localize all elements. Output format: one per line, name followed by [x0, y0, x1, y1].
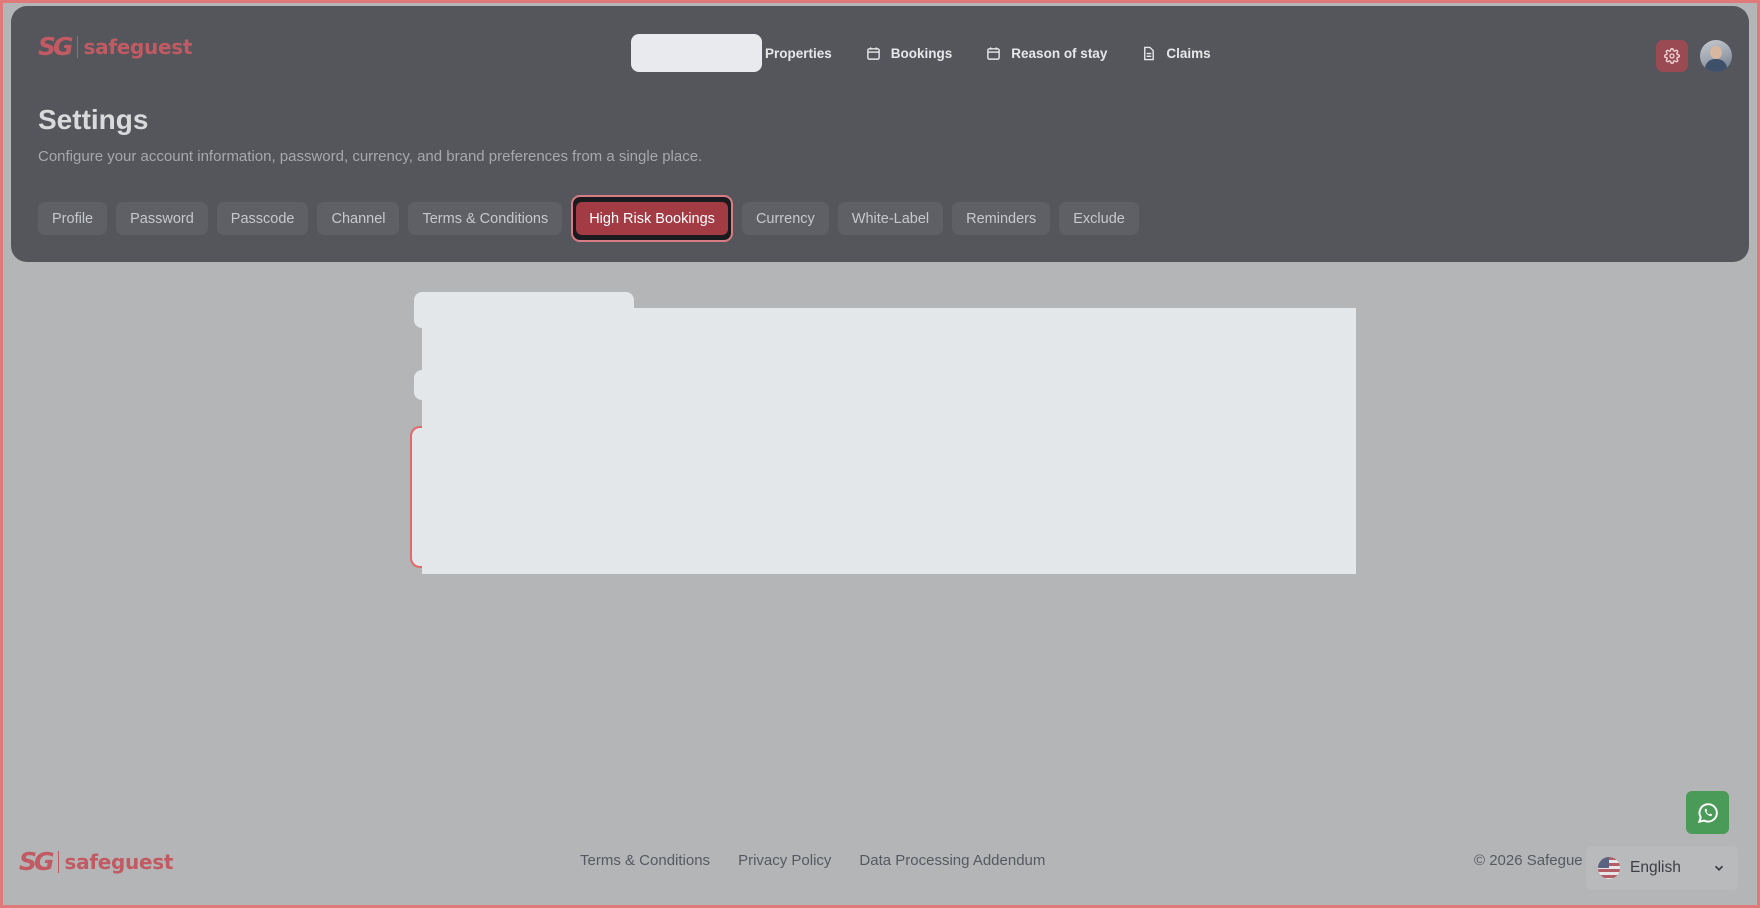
- avatar-face: [1710, 46, 1722, 59]
- brand-mark: SG: [19, 847, 54, 876]
- header-card: SG safeguest Properties Bookings Reason …: [11, 6, 1749, 262]
- copyright-text: © 2026 Safegue: [1474, 852, 1583, 869]
- tab-currency[interactable]: Currency: [741, 202, 829, 235]
- tab-high-risk-bookings[interactable]: High Risk Bookings: [571, 195, 733, 242]
- nav-item-label: Properties: [765, 45, 832, 61]
- chevron-down-icon: [1714, 865, 1724, 871]
- nav-item-label: Reason of stay: [1011, 45, 1108, 61]
- avatar-body: [1705, 59, 1727, 72]
- us-flag-icon: [1598, 857, 1620, 879]
- nav-item-bookings[interactable]: Bookings: [866, 45, 953, 61]
- nav-item-claims[interactable]: Claims: [1141, 45, 1211, 61]
- nav-item-redacted[interactable]: [631, 34, 762, 72]
- page-subtitle: Configure your account information, pass…: [38, 148, 703, 165]
- nav-item-properties[interactable]: Properties: [765, 46, 832, 61]
- brand-logo[interactable]: SG safeguest: [38, 32, 192, 61]
- tab-terms-conditions[interactable]: Terms & Conditions: [408, 202, 563, 235]
- brand-mark: SG: [38, 32, 73, 61]
- nav-item-reason-of-stay[interactable]: Reason of stay: [986, 46, 1107, 61]
- footer-link-privacy[interactable]: Privacy Policy: [738, 852, 831, 869]
- settings-button[interactable]: [1656, 40, 1688, 72]
- calendar-icon: [866, 46, 880, 60]
- language-label: English: [1630, 859, 1681, 876]
- brand-name: safeguest: [83, 34, 193, 59]
- tab-label-active: High Risk Bookings: [576, 202, 728, 235]
- tab-white-label[interactable]: White-Label: [837, 202, 944, 235]
- top-navigation: Properties Bookings Reason of stay Claim…: [631, 34, 1245, 72]
- logo-divider: [76, 35, 78, 58]
- content-panel-redacted: [422, 308, 1356, 574]
- footer-brand-logo[interactable]: SG safeguest: [19, 847, 173, 876]
- tab-channel[interactable]: Channel: [317, 202, 400, 235]
- logo-divider: [57, 850, 59, 873]
- brand-name: safeguest: [64, 849, 174, 874]
- nav-item-label: Claims: [1166, 45, 1211, 61]
- page-title: Settings: [38, 104, 149, 135]
- user-avatar[interactable]: [1700, 40, 1732, 72]
- footer-link-terms[interactable]: Terms & Conditions: [580, 852, 710, 869]
- tab-exclude[interactable]: Exclude: [1059, 202, 1139, 235]
- settings-tabs: Profile Password Passcode Channel Terms …: [38, 195, 1139, 242]
- whatsapp-button[interactable]: [1686, 791, 1729, 834]
- language-selector[interactable]: English: [1586, 846, 1738, 890]
- tab-profile[interactable]: Profile: [38, 202, 108, 235]
- calendar-icon: [987, 46, 1001, 60]
- whatsapp-icon: [1697, 802, 1718, 823]
- document-icon: [1144, 46, 1155, 60]
- tab-passcode[interactable]: Passcode: [216, 202, 309, 235]
- nav-item-label: Bookings: [890, 45, 953, 61]
- footer-links: Terms & Conditions Privacy Policy Data P…: [580, 852, 1045, 869]
- tab-reminders[interactable]: Reminders: [952, 202, 1051, 235]
- gear-icon: [1664, 48, 1680, 64]
- tab-password[interactable]: Password: [116, 202, 208, 235]
- footer-link-dpa[interactable]: Data Processing Addendum: [859, 852, 1045, 869]
